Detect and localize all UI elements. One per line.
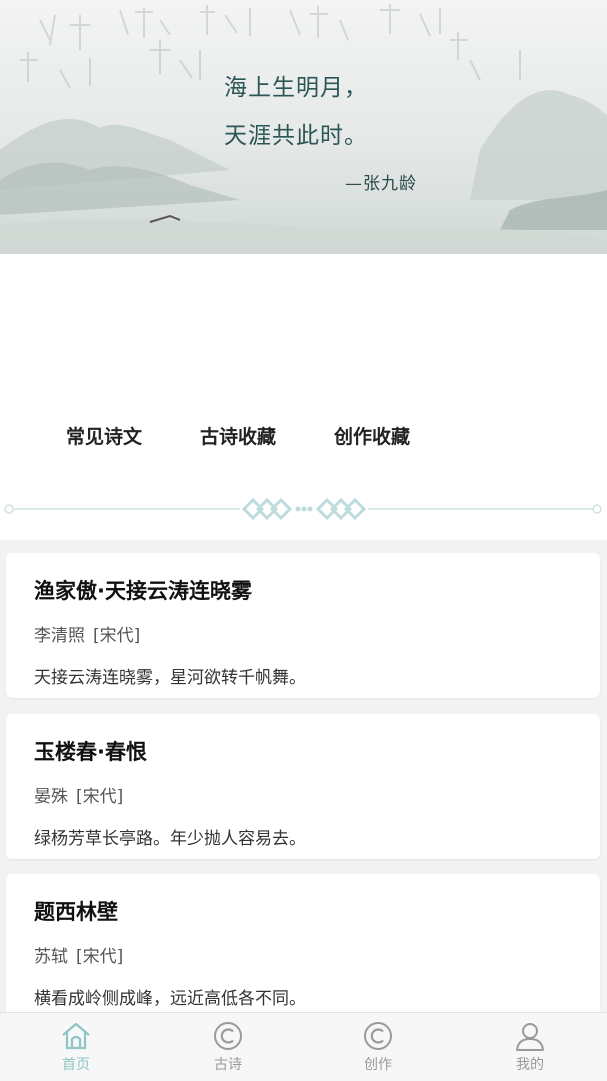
- tab-home[interactable]: 首页: [36, 1013, 116, 1081]
- quote-line-1: 海上生明月，: [224, 75, 368, 101]
- poem-dynasty: [宋代]: [76, 947, 124, 967]
- poem-meta: 晏殊 [宋代]: [34, 782, 123, 807]
- bottom-tab-bar: 首页 古诗 创作 我的: [0, 1012, 607, 1081]
- tab-creation[interactable]: 创作: [338, 1013, 418, 1081]
- header-banner: 海上生明月， 天涯共此时。 —张九龄: [0, 0, 607, 254]
- poem-meta: 苏轼 [宋代]: [34, 942, 123, 967]
- poem-title: 玉楼春·春恨: [34, 740, 147, 764]
- tab-label: 我的: [516, 1057, 544, 1073]
- shortcut-creation-favorites[interactable]: 创作收藏: [334, 422, 410, 449]
- shortcut-poem-favorites[interactable]: 古诗收藏: [200, 422, 276, 449]
- shortcut-common-poems[interactable]: 常见诗文: [66, 422, 142, 449]
- poem-author: 李清照: [34, 626, 85, 646]
- tab-label: 首页: [62, 1057, 90, 1073]
- tab-ancient-poems[interactable]: 古诗: [188, 1013, 268, 1081]
- poem-dynasty: [宋代]: [76, 787, 124, 807]
- user-icon: [516, 1023, 544, 1051]
- poem-card[interactable]: 渔家傲·天接云涛连晓雾 李清照 [宋代] 天接云涛连晓雾，星河欲转千帆舞。: [6, 553, 600, 698]
- copyright-icon: [214, 1022, 242, 1050]
- poem-card[interactable]: 题西林壁 苏轼 [宋代] 横看成岭侧成峰，远近高低各不同。: [6, 874, 600, 1019]
- poem-excerpt: 横看成岭侧成峰，远近高低各不同。: [34, 989, 306, 1009]
- quote-author: —张九龄: [345, 174, 417, 194]
- poem-dynasty: [宋代]: [93, 626, 141, 646]
- poem-card[interactable]: 玉楼春·春恨 晏殊 [宋代] 绿杨芳草长亭路。年少抛人容易去。: [6, 714, 600, 859]
- home-icon: [62, 1022, 90, 1050]
- poem-excerpt: 绿杨芳草长亭路。年少抛人容易去。: [34, 829, 306, 849]
- copyright-icon: [364, 1022, 392, 1050]
- quote-line-2: 天涯共此时。: [224, 123, 368, 149]
- poem-excerpt: 天接云涛连晓雾，星河欲转千帆舞。: [34, 668, 306, 688]
- tab-label: 创作: [364, 1057, 392, 1073]
- ornamental-divider: [4, 497, 602, 521]
- poem-title: 题西林壁: [34, 900, 118, 924]
- tab-mine[interactable]: 我的: [490, 1013, 570, 1081]
- poem-meta: 李清照 [宋代]: [34, 621, 140, 646]
- poem-title: 渔家傲·天接云涛连晓雾: [34, 579, 252, 603]
- shortcut-section: 常见诗文 古诗收藏 创作收藏: [0, 254, 607, 540]
- poem-author: 苏轼: [34, 947, 68, 967]
- tab-label: 古诗: [214, 1057, 242, 1073]
- poem-author: 晏殊: [34, 787, 68, 807]
